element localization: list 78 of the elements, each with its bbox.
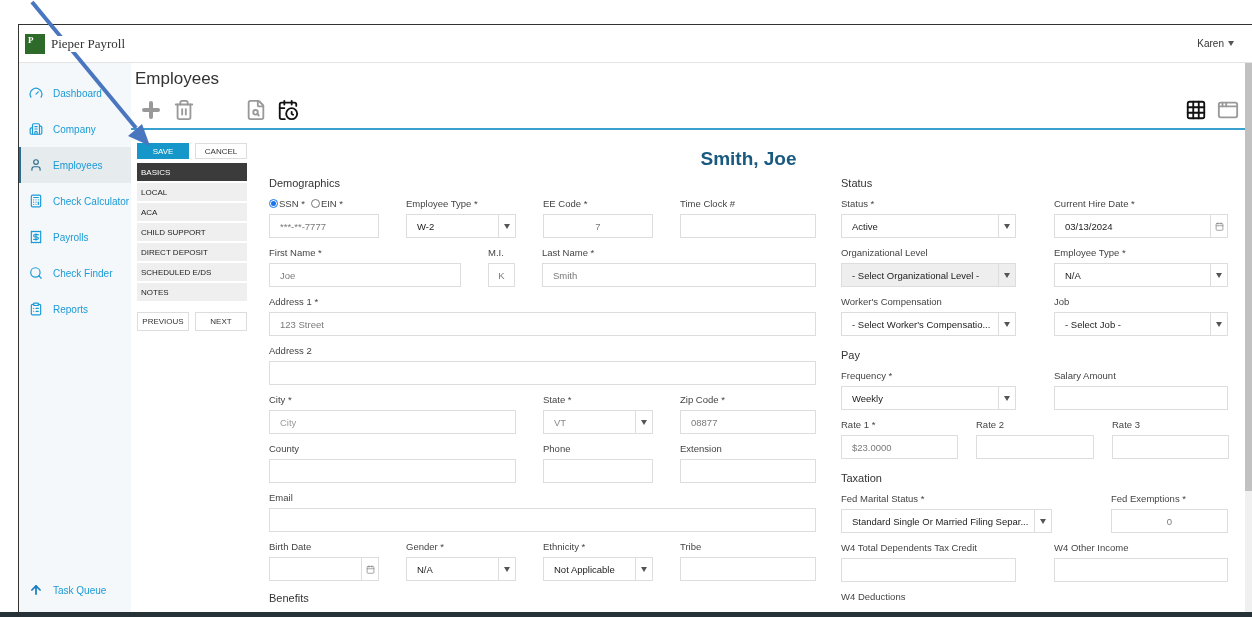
section-heading: Taxation	[841, 471, 883, 485]
field-label: Current Hire Date *	[1054, 197, 1136, 210]
field-label: W4 Total Dependents Tax Credit	[841, 541, 978, 554]
text-field[interactable]: ***-**-7777	[269, 214, 379, 238]
select-field[interactable]: VT	[543, 410, 653, 434]
text-field[interactable]: 08877	[680, 410, 816, 434]
field-label: First Name *	[269, 246, 323, 259]
field-label: Phone	[543, 442, 572, 455]
text-field[interactable]: Joe	[269, 263, 461, 287]
select-field[interactable]: - Select Worker's Compensatio...	[841, 312, 1016, 336]
radio-option[interactable]: SSN *	[269, 198, 305, 209]
field-label: Status *	[841, 197, 876, 210]
select-field[interactable]: Not Applicable	[543, 557, 653, 581]
field-label: Rate 1 *	[841, 418, 877, 431]
radio-option[interactable]: EIN *	[310, 198, 344, 209]
field-label: Time Clock #	[680, 197, 737, 210]
text-field[interactable]: Smith	[542, 263, 816, 287]
next-button[interactable]: NEXT	[195, 312, 247, 331]
select-field[interactable]: W-2	[406, 214, 516, 238]
field-label: Fed Marital Status *	[841, 492, 926, 505]
field-label: Gender *	[406, 540, 446, 553]
field-label: Tribe	[680, 540, 703, 553]
date-field[interactable]: 03/13/2024	[1054, 214, 1211, 238]
field-label: Rate 3	[1112, 418, 1141, 431]
select-field[interactable]: N/A	[406, 557, 516, 581]
section-tab[interactable]: LOCAL	[137, 183, 247, 201]
user-menu[interactable]: Karen	[1197, 38, 1234, 49]
field-label: Last Name *	[542, 246, 596, 259]
select-field[interactable]: N/A	[1054, 263, 1228, 287]
section-heading: Demographics	[269, 176, 341, 190]
section-tab[interactable]: BASICS	[137, 163, 247, 181]
select-field[interactable]: Standard Single Or Married Filing Separ...	[841, 509, 1052, 533]
logo: P	[25, 33, 45, 54]
field-label: State *	[543, 393, 573, 406]
section-tab[interactable]: CHILD SUPPORT	[137, 223, 247, 241]
field-label: Organizational Level	[841, 246, 929, 259]
cancel-button[interactable]: CANCEL	[195, 143, 247, 159]
select-field[interactable]: - Select Job -	[1054, 312, 1228, 336]
brand-name: Pieper Payroll	[51, 35, 125, 52]
field-label: Employee Type *	[406, 197, 479, 210]
field-label: Salary Amount	[1054, 369, 1117, 382]
employee-name: Smith, Joe	[700, 148, 797, 170]
field-label: W4 Deductions	[841, 590, 907, 603]
field-label: Ethnicity *	[543, 540, 587, 553]
field-label: Extension	[680, 442, 723, 455]
section-tab[interactable]: ACA	[137, 203, 247, 221]
field-label: EE Code *	[543, 197, 589, 210]
section-tab[interactable]: NOTES	[137, 283, 247, 301]
field-label: Employee Type *	[1054, 246, 1127, 259]
field-label: Fed Exemptions *	[1111, 492, 1187, 505]
select-field[interactable]: Weekly	[841, 386, 1016, 410]
field-label: Birth Date	[269, 540, 313, 553]
field-label: Rate 2	[976, 418, 1005, 431]
text-field[interactable]: K	[488, 263, 515, 287]
section-tab[interactable]: SCHEDULED E/DS	[137, 263, 247, 281]
previous-button[interactable]: PREVIOUS	[137, 312, 189, 331]
text-field[interactable]: City	[269, 410, 516, 434]
text-field[interactable]: 7	[543, 214, 653, 238]
section-heading: Benefits	[269, 591, 310, 605]
field-label: Worker's Compensation	[841, 295, 943, 308]
text-field[interactable]: 123 Street	[269, 312, 816, 336]
field-label: Zip Code *	[680, 393, 726, 406]
text-field[interactable]: $23.0000	[841, 435, 958, 459]
page-title: Employees	[135, 68, 221, 90]
select-field[interactable]: Active	[841, 214, 1016, 238]
field-label: Address 1 *	[269, 295, 320, 308]
field-label: County	[269, 442, 301, 455]
section-tab[interactable]: DIRECT DEPOSIT	[137, 243, 247, 261]
field-label: W4 Other Income	[1054, 541, 1130, 554]
field-label: Job	[1054, 295, 1071, 308]
field-label: Email	[269, 491, 294, 504]
section-heading: Status	[841, 176, 874, 190]
field-label: Frequency *	[841, 369, 894, 382]
field-label: City *	[269, 393, 293, 406]
field-label: Address 2	[269, 344, 313, 357]
section-heading: Pay	[841, 348, 861, 362]
field-label: M.I.	[488, 246, 505, 259]
text-field[interactable]: 0	[1111, 509, 1228, 533]
